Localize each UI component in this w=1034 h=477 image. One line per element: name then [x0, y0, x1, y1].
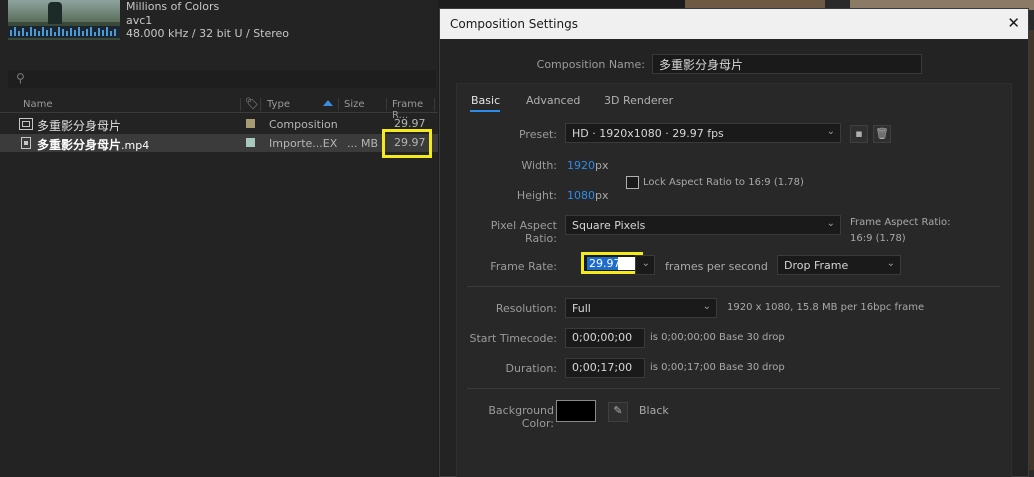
background-color-label: Background Color: [488, 404, 554, 430]
settings-panel: Basic Advanced 3D Renderer Preset: HD · … [456, 83, 1012, 477]
project-search-input[interactable]: ⚲ [8, 70, 436, 88]
media-info-codec: avc1 [126, 14, 153, 27]
frame-aspect-label: Frame Aspect Ratio: [850, 217, 951, 228]
chevron-down-icon: ⌄ [641, 258, 650, 269]
composition-settings-dialog: Composition Settings ✕ Composition Name:… [439, 8, 1029, 477]
drop-frame-value: Drop Frame [784, 259, 849, 272]
tab-basic[interactable]: Basic [471, 94, 500, 107]
audio-waveform [8, 26, 120, 38]
duration-info: is 0;00;17;00 Base 30 [650, 362, 760, 373]
column-name[interactable]: Name [23, 99, 53, 110]
media-info-audio: 48.000 kHz / 32 bit U / Stereo [126, 27, 290, 40]
duration-drop: drop [762, 362, 785, 373]
composition-icon [19, 118, 33, 130]
footage-thumbnail [8, 0, 120, 40]
duration-label: Duration: [505, 362, 557, 375]
resolution-label: Resolution: [495, 302, 557, 315]
close-icon[interactable]: ✕ [1007, 14, 1020, 32]
column-type[interactable]: Type [267, 99, 290, 110]
comp-name-label: Composition Name: [536, 58, 645, 71]
height-unit: px [595, 189, 609, 202]
item-type: Composition [269, 118, 338, 131]
trash-icon[interactable]: 🗑 [873, 125, 891, 143]
video-file-icon [21, 137, 31, 149]
pixel-aspect-dropdown[interactable]: Square Pixels ⌄ [565, 215, 841, 235]
project-panel: Millions of Colors avc1 48.000 kHz / 32 … [0, 0, 438, 477]
save-preset-icon[interactable]: ▪ [850, 125, 868, 143]
start-timecode-label: Start Timecode: [469, 332, 557, 345]
tab-advanced[interactable]: Advanced [526, 94, 580, 107]
lock-aspect-label: Lock Aspect Ratio to 16:9 (1.78) [643, 177, 804, 188]
sort-ascending-icon [323, 100, 333, 106]
media-info-color: Millions of Colors [126, 0, 220, 13]
comp-name-input[interactable]: 多重影分身母片 [652, 54, 922, 74]
preset-value: HD · 1920x1080 · 29.97 fps [572, 127, 724, 140]
start-timecode-input[interactable]: 0;00;00;00 [565, 328, 645, 348]
height-label: Height: [516, 189, 557, 202]
width-value[interactable]: 1920 [567, 159, 595, 172]
label-column-icon[interactable]: 🏷 [245, 97, 259, 110]
column-header-bar: Name 🏷 Type Size Frame R... [0, 96, 438, 121]
dialog-title: Composition Settings [450, 17, 578, 31]
search-icon: ⚲ [16, 71, 25, 85]
chevron-down-icon: ⌄ [826, 126, 835, 137]
frame-rate-input[interactable]: 29.97 [581, 252, 643, 274]
divider [467, 388, 1000, 389]
frame-aspect-value: 16:9 (1.78) [850, 233, 906, 244]
chevron-down-icon: ⌄ [702, 301, 711, 312]
height-value[interactable]: 1080 [567, 189, 595, 202]
label-color-swatch[interactable] [246, 119, 255, 128]
item-type: Importe...EX [269, 137, 338, 150]
pixel-aspect-label: Pixel Aspect Ratio: [490, 219, 557, 245]
frame-rate-label: Frame Rate: [490, 260, 557, 273]
project-item-footage[interactable]: 多重影分身母片.mp4 Importe...EX ... MB 29.97 [0, 134, 438, 152]
resolution-value: Full [572, 302, 591, 315]
item-name: 多重影分身母片.mp4 [37, 138, 150, 152]
frame-rate-highlight [382, 129, 432, 158]
lock-aspect-checkbox[interactable] [626, 176, 639, 189]
preset-label: Preset: [518, 128, 557, 141]
start-timecode-info: is 0;00;00;00 Base 30 [650, 332, 760, 343]
label-color-swatch[interactable] [246, 138, 255, 147]
eyedropper-icon[interactable]: ✎ [608, 402, 628, 422]
drop-frame-dropdown[interactable]: Drop Frame ⌄ [777, 255, 901, 275]
dialog-titlebar: Composition Settings ✕ [440, 9, 1028, 39]
width-unit: px [595, 159, 609, 172]
width-label: Width: [521, 159, 557, 172]
item-name: 多重影分身母片 [37, 119, 122, 133]
project-item-composition[interactable]: 多重影分身母片 Composition 29.97 [0, 115, 438, 133]
resolution-info: 1920 x 1080, 15.8 MB per 16bpc frame [727, 302, 925, 313]
column-size[interactable]: Size [344, 99, 365, 110]
item-size: ... MB [347, 137, 379, 150]
pixel-aspect-value: Square Pixels [572, 219, 646, 232]
chevron-down-icon: ⌄ [826, 218, 835, 229]
fps-label: frames per second [665, 260, 768, 273]
active-tab-underline [470, 110, 500, 112]
frame-rate-presets-dropdown[interactable]: ⌄ [635, 255, 655, 275]
background-color-name: Black [639, 404, 669, 417]
start-timecode-drop: drop [762, 332, 785, 343]
background-color-swatch[interactable] [556, 400, 596, 422]
chevron-down-icon: ⌄ [886, 258, 895, 269]
duration-input[interactable]: 0;00;17;00 [565, 358, 645, 378]
resolution-dropdown[interactable]: Full ⌄ [565, 298, 717, 318]
preset-dropdown[interactable]: HD · 1920x1080 · 29.97 fps ⌄ [565, 123, 841, 143]
tab-3d-renderer[interactable]: 3D Renderer [604, 94, 673, 107]
divider [467, 286, 1000, 287]
